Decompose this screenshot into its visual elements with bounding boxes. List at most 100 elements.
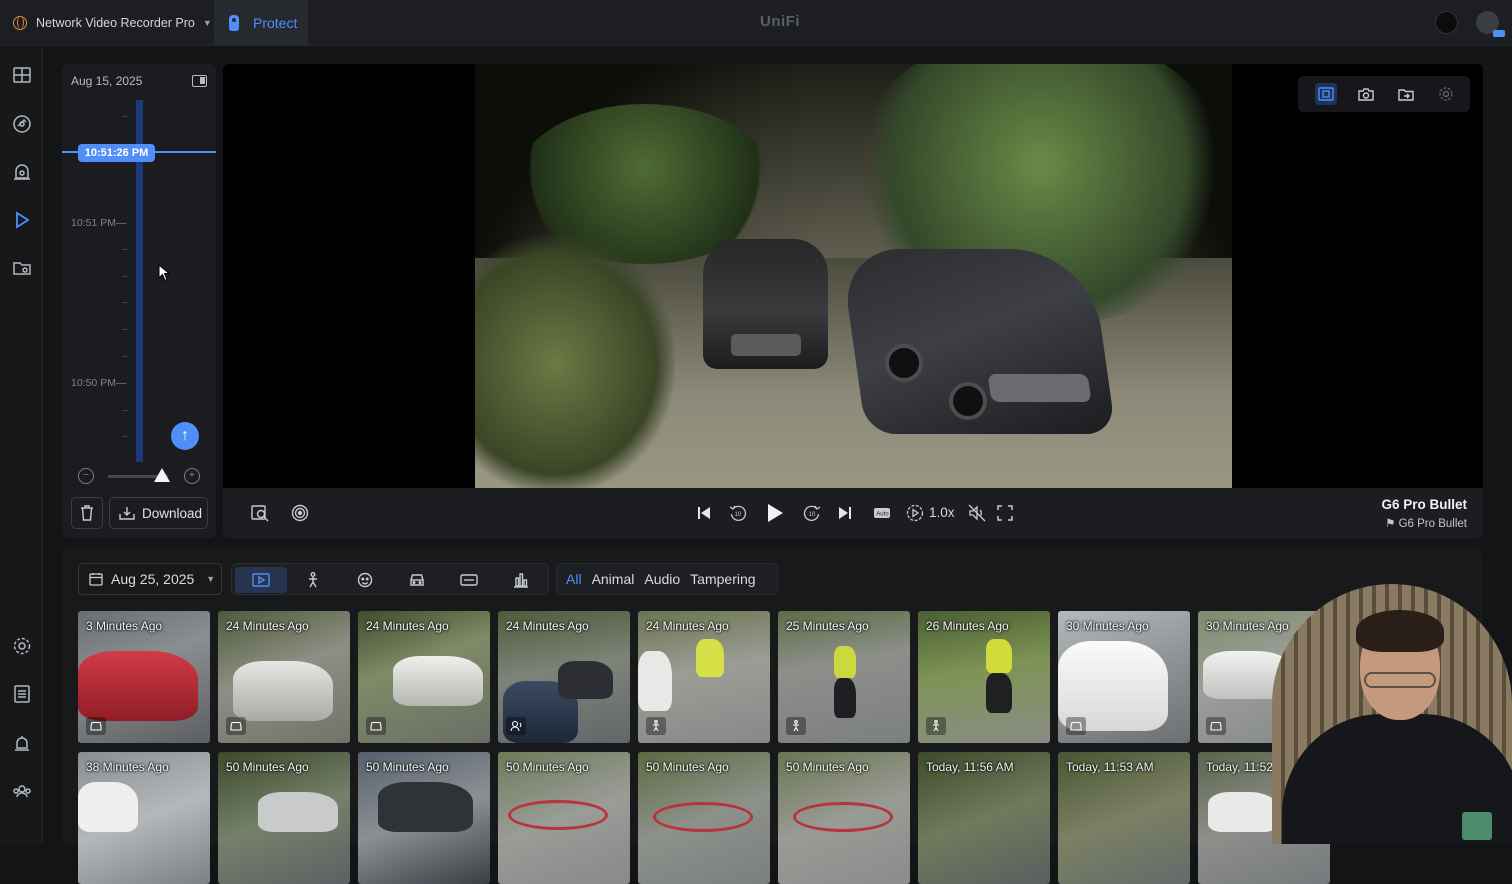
skip-next-icon[interactable] [833,501,857,525]
events-panel: Aug 25, 2025 ▼ All Animal Audio Tamperin… [62,548,1483,884]
forward-10-icon[interactable]: 10 [800,501,824,525]
skip-previous-icon[interactable] [692,501,716,525]
event-type-filter: All Animal Audio Tampering [556,563,778,595]
event-thumbnail[interactable]: 24 Minutes Ago [358,611,490,743]
top-bar: Network Video Recorder Pro ▼ Protect Uni… [0,0,1512,46]
event-thumbnail[interactable]: 50 Minutes Ago [778,752,910,884]
user-avatar[interactable] [1476,11,1505,37]
filter-license-plate-icon[interactable] [443,567,495,593]
parked-car [703,239,828,369]
status-avatar[interactable] [1435,11,1458,34]
globe-icon [13,16,27,30]
play-icon[interactable] [763,501,787,525]
audio-icon [506,717,526,735]
type-filter-audio[interactable]: Audio [644,571,680,587]
calendar-icon [89,573,103,586]
event-thumbnail[interactable]: Today, 11:56 AM [918,752,1050,884]
scroll-to-now-button[interactable]: ↑ [171,422,199,450]
live-view-icon[interactable] [288,501,312,525]
filter-activity-chart-icon[interactable] [495,567,547,593]
detection-filter-group [231,563,549,595]
event-thumbnail[interactable]: 3 Minutes Ago [78,611,210,743]
camera-model: ⚑ G6 Pro Bullet [1385,518,1467,530]
filter-all-motion-icon[interactable] [235,567,287,593]
event-thumbnail[interactable]: 30 Minutes Ago [1058,611,1190,743]
svg-text:10: 10 [809,512,816,518]
chevron-down-icon: ▼ [206,574,216,584]
vehicle-icon [86,717,106,735]
vehicle-icon [1206,717,1226,735]
brand-logo: UniFi [760,13,800,30]
side-nav [0,47,43,844]
current-time-badge: 10:51:26 PM [78,144,155,162]
alarm-icon[interactable] [11,161,32,182]
dashboard-icon[interactable] [11,64,32,85]
trash-icon [81,505,93,521]
vehicle-icon [226,717,246,735]
type-filter-all[interactable]: All [566,571,582,587]
filter-vehicle-icon[interactable] [391,567,443,593]
console-selector[interactable]: Network Video Recorder Pro ▼ [0,0,212,46]
detection-overlay-icon[interactable] [1315,83,1337,105]
timeline-panel: Aug 15, 2025 10:51:26 PM 10:51 PM— 10:50… [62,64,216,538]
zoom-out-icon[interactable]: − [78,468,94,484]
event-thumbnail[interactable]: 38 Minutes Ago [78,752,210,884]
console-name: Network Video Recorder Pro [36,16,195,30]
settings-icon[interactable] [11,635,32,656]
timeline-label: 10:50 PM— [71,377,127,389]
filter-face-icon[interactable] [339,567,391,593]
events-date-picker[interactable]: Aug 25, 2025 ▼ [78,563,222,595]
mute-icon[interactable] [965,501,989,525]
snapshot-icon[interactable] [1355,83,1377,105]
download-icon [119,507,135,520]
event-thumbnail[interactable]: 24 Minutes Ago [498,611,630,743]
rewind-10-icon[interactable]: 10 [726,501,750,525]
person-icon [926,717,946,735]
event-thumbnail[interactable]: 24 Minutes Ago [638,611,770,743]
notifications-icon[interactable] [11,733,32,754]
playback-icon[interactable] [11,209,32,230]
files-icon[interactable] [11,257,32,278]
event-thumbnail[interactable]: Today, 11:53 AM [1058,752,1190,884]
zoom-slider-thumb[interactable] [154,468,170,482]
fullscreen-icon[interactable] [993,501,1017,525]
chevron-down-icon: ▼ [202,18,212,28]
event-thumbnail[interactable]: 26 Minutes Ago [918,611,1050,743]
event-thumbnail[interactable]: 50 Minutes Ago [358,752,490,884]
download-label: Download [142,505,203,521]
logs-icon[interactable] [11,683,32,704]
video-frame[interactable] [475,64,1232,488]
timeline-date: Aug 15, 2025 [71,74,143,88]
zoom-in-icon[interactable]: + [184,468,200,484]
auto-quality-icon[interactable]: Auto [870,501,894,525]
users-icon[interactable] [11,780,32,801]
vehicle-icon [1066,717,1086,735]
type-filter-animal[interactable]: Animal [592,571,635,587]
event-thumbnail[interactable]: 50 Minutes Ago [218,752,350,884]
app-tab-label: Protect [253,15,298,31]
video-player[interactable]: 10 10 Auto 1.0x G6 Pro Bullet ⚑ G6 Pro B… [223,64,1483,538]
event-thumbnail[interactable]: 50 Minutes Ago [498,752,630,884]
smart-search-icon[interactable] [248,501,272,525]
type-filter-tampering[interactable]: Tampering [690,571,755,587]
map-icon[interactable] [11,113,32,134]
delete-button[interactable] [71,497,103,529]
player-toolbar [1298,76,1470,112]
overlay-badge [1462,812,1492,840]
event-thumbnail[interactable]: 24 Minutes Ago [218,611,350,743]
presenter-webcam [1272,584,1512,844]
event-thumbnail[interactable]: 25 Minutes Ago [778,611,910,743]
protect-icon [229,15,239,31]
app-tab-protect[interactable]: Protect [214,0,308,46]
panel-toggle-icon[interactable] [192,75,207,87]
camera-settings-icon[interactable] [1435,83,1457,105]
export-folder-icon[interactable] [1395,83,1417,105]
playback-speed[interactable]: 1.0x [929,505,955,520]
download-button[interactable]: Download [109,497,208,529]
svg-text:Auto: Auto [876,512,889,518]
vehicle-icon [366,717,386,735]
playback-speed-icon[interactable] [903,501,927,525]
playback-controls: 10 10 Auto 1.0x G6 Pro Bullet ⚑ G6 Pro B… [223,488,1483,538]
filter-person-icon[interactable] [287,567,339,593]
event-thumbnail[interactable]: 50 Minutes Ago [638,752,770,884]
